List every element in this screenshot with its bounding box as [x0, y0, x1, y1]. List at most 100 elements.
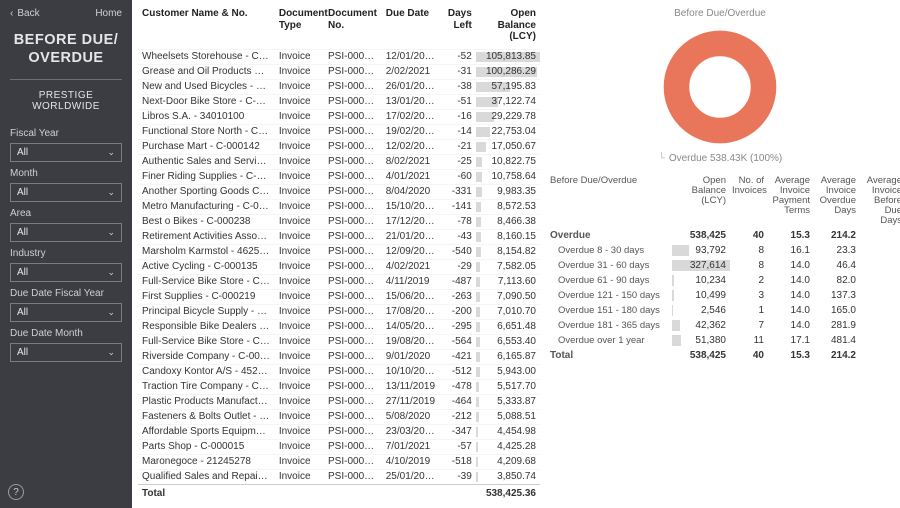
- summary-row[interactable]: Overdue 31 - 60 days327,614814.046.4: [548, 258, 892, 273]
- filter-label: Due Date Month: [10, 328, 122, 339]
- table-row[interactable]: Best o Bikes - C-000238InvoicePSI-000249…: [138, 214, 540, 229]
- summary-row[interactable]: Overdue 61 - 90 days10,234214.082.0: [548, 273, 892, 288]
- table-row[interactable]: Purchase Mart - C-000142InvoicePSI-00027…: [138, 139, 540, 154]
- table-row[interactable]: Riverside Company - C-000141InvoicePSI-0…: [138, 349, 540, 364]
- help-icon[interactable]: ?: [8, 484, 24, 500]
- summary-row[interactable]: Overdue 151 - 180 days2,546114.0165.0: [548, 303, 892, 318]
- cell-balance: 8,572.53: [476, 199, 540, 214]
- table-row[interactable]: Authentic Sales and Service - …InvoicePS…: [138, 154, 540, 169]
- sh-terms[interactable]: Average Invoice Payment Terms: [768, 174, 812, 228]
- donut-chart[interactable]: └ Overdue 538.43K (100%): [548, 23, 892, 164]
- table-row[interactable]: Wheelsets Storehouse - C-000…InvoicePSI-…: [138, 49, 540, 64]
- summary-overdue-days: 281.9: [814, 318, 858, 333]
- table-row[interactable]: Active Cycling - C-000135InvoicePSI-0002…: [138, 259, 540, 274]
- summary-row[interactable]: Overdue over 1 year51,3801117.1481.4: [548, 333, 892, 348]
- summary-row[interactable]: Overdue 121 - 150 days10,499314.0137.3: [548, 288, 892, 303]
- table-row[interactable]: Maronegoce - 21245278InvoicePSI-0000364/…: [138, 454, 540, 469]
- table-row[interactable]: Retirement Activities Associati…InvoiceP…: [138, 229, 540, 244]
- table-row[interactable]: Plastic Products Manufacturer…InvoicePSI…: [138, 394, 540, 409]
- sh-beforedue-days[interactable]: Average Invoice Before Due Days: [860, 174, 900, 228]
- th-doc-type[interactable]: Document Type: [275, 6, 324, 49]
- table-row[interactable]: Grease and Oil Products Com…InvoicePSI-0…: [138, 64, 540, 79]
- table-row[interactable]: Affordable Sports Equipment -…InvoicePSI…: [138, 424, 540, 439]
- sh-invoices[interactable]: No. of Invoices: [730, 174, 766, 228]
- table-row[interactable]: Responsible Bike Dealers - C-…InvoicePSI…: [138, 319, 540, 334]
- cell-doc-no: PSI-000061: [324, 394, 382, 409]
- sh-group[interactable]: Before Due/Overdue: [548, 174, 668, 228]
- home-button[interactable]: Home: [95, 8, 122, 19]
- table-row[interactable]: Parts Shop - C-000015InvoicePSI-0002617/…: [138, 439, 540, 454]
- summary-terms: 17.1: [768, 333, 812, 348]
- table-row[interactable]: Finer Riding Supplies - C-000119InvoiceP…: [138, 169, 540, 184]
- cell-days-left: -464: [439, 394, 475, 409]
- cell-customer: New and Used Bicycles - C-0…: [138, 79, 275, 94]
- sh-overdue-days[interactable]: Average Invoice Overdue Days: [814, 174, 858, 228]
- chevron-down-icon: ⌄: [107, 227, 115, 238]
- cell-customer: Parts Shop - C-000015: [138, 439, 275, 454]
- table-row[interactable]: Fasteners & Bolts Outlet - C-0…InvoicePS…: [138, 409, 540, 424]
- summary-row[interactable]: Overdue 181 - 365 days42,362714.0281.9: [548, 318, 892, 333]
- table-row[interactable]: New and Used Bicycles - C-0…InvoicePSI-0…: [138, 79, 540, 94]
- filter-select[interactable]: All⌄: [10, 223, 122, 242]
- back-button[interactable]: ‹ Back: [10, 8, 40, 19]
- th-due-date[interactable]: Due Date: [382, 6, 440, 49]
- cell-days-left: -39: [439, 469, 475, 484]
- cell-days-left: -200: [439, 304, 475, 319]
- cell-days-left: -57: [439, 439, 475, 454]
- table-row[interactable]: Functional Store North - C-0…InvoicePSI-…: [138, 124, 540, 139]
- table-row[interactable]: Next-Door Bike Store - C-000…InvoicePSI-…: [138, 94, 540, 109]
- cell-days-left: -60: [439, 169, 475, 184]
- table-row[interactable]: Metro Manufacturing - C-000…InvoicePSI-0…: [138, 199, 540, 214]
- table-row[interactable]: Principal Bicycle Supply - C-0…InvoicePS…: [138, 304, 540, 319]
- cell-days-left: -51: [439, 94, 475, 109]
- cell-due-date: 14/05/2020: [382, 319, 440, 334]
- summary-overdue-days: 82.0: [814, 273, 858, 288]
- th-doc-no[interactable]: Document No.: [324, 6, 382, 49]
- summary-beforedue-days: [860, 308, 900, 312]
- th-open-balance[interactable]: Open Balance (LCY): [476, 6, 540, 49]
- cell-due-date: 4/01/2021: [382, 169, 440, 184]
- summary-label: Total: [548, 348, 668, 363]
- cell-customer: Authentic Sales and Service - …: [138, 154, 275, 169]
- filter-select[interactable]: All⌄: [10, 143, 122, 162]
- cell-doc-no: PSI-000268: [324, 469, 382, 484]
- cell-customer: Finer Riding Supplies - C-000119: [138, 169, 275, 184]
- cell-customer: Fasteners & Bolts Outlet - C-0…: [138, 409, 275, 424]
- cell-customer: Full-Service Bike Store - C-00…: [138, 274, 275, 289]
- cell-days-left: -263: [439, 289, 475, 304]
- th-days-left[interactable]: Days Left: [439, 6, 475, 49]
- table-row[interactable]: Candoxy Kontor A/S - 45282828InvoicePSI-…: [138, 364, 540, 379]
- table-row[interactable]: Qualified Sales and Repair Serv…InvoiceP…: [138, 469, 540, 484]
- table-row[interactable]: Full-Service Bike Store - C-00…InvoicePS…: [138, 274, 540, 289]
- table-row[interactable]: Marsholm Karmstol - 46251425InvoicePSI-0…: [138, 244, 540, 259]
- summary-row[interactable]: Overdue538,4254015.3214.2: [548, 228, 892, 243]
- filter-select[interactable]: All⌄: [10, 263, 122, 282]
- table-row[interactable]: First Supplies - C-000219InvoicePSI-0001…: [138, 289, 540, 304]
- summary-row[interactable]: Total538,4254015.3214.2: [548, 348, 892, 363]
- th-customer[interactable]: Customer Name & No.: [138, 6, 275, 49]
- filter-select[interactable]: All⌄: [10, 343, 122, 362]
- filter-value: All: [17, 187, 28, 198]
- cell-days-left: -487: [439, 274, 475, 289]
- table-row[interactable]: Libros S.A. - 34010100InvoicePSI-0002801…: [138, 109, 540, 124]
- table-row[interactable]: Another Sporting Goods Com…InvoicePSI-00…: [138, 184, 540, 199]
- table-row[interactable]: Full-Service Bike Store - C-00…InvoicePS…: [138, 334, 540, 349]
- table-row[interactable]: Traction Tire Company - C-00…InvoicePSI-…: [138, 379, 540, 394]
- page-title-line2: OVERDUE: [10, 49, 122, 67]
- cell-days-left: -331: [439, 184, 475, 199]
- summary-row[interactable]: Overdue 8 - 30 days93,792816.123.3: [548, 243, 892, 258]
- cell-doc-no: PSI-000249: [324, 214, 382, 229]
- cell-days-left: -141: [439, 199, 475, 214]
- filter-select[interactable]: All⌄: [10, 303, 122, 322]
- cell-customer: Another Sporting Goods Com…: [138, 184, 275, 199]
- cell-doc-no: PSI-000220: [324, 199, 382, 214]
- cell-due-date: 12/09/2019: [382, 244, 440, 259]
- cell-due-date: 17/12/2020: [382, 214, 440, 229]
- filter-select[interactable]: All⌄: [10, 183, 122, 202]
- sh-balance[interactable]: Open Balance (LCY): [670, 174, 728, 228]
- cell-customer: Full-Service Bike Store - C-00…: [138, 334, 275, 349]
- cell-doc-type: Invoice: [275, 259, 324, 274]
- cell-balance: 7,010.70: [476, 304, 540, 319]
- cell-days-left: -295: [439, 319, 475, 334]
- cell-doc-no: PSI-000124: [324, 424, 382, 439]
